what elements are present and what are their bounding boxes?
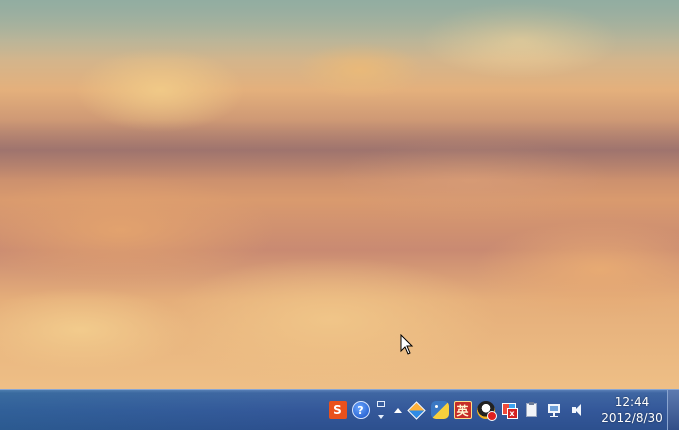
speaker-cone [574,404,581,416]
mouse-cursor-icon [400,334,414,355]
chevron-up-icon [393,407,402,413]
sogou-ime-glyph: S [333,403,342,417]
clipboard-icon[interactable] [523,401,541,419]
sogou-ime-icon[interactable]: S [328,401,347,419]
qq-icon[interactable] [476,401,497,421]
system-tray: S ? 英 x 12:44 2012/8/30 [326,390,665,430]
taskbar: S ? 英 x 12:44 2012/8/30 [0,389,679,430]
help-glyph: ? [357,403,364,417]
python-icon[interactable] [430,401,449,419]
network-base [549,416,558,417]
error-badge: x [506,408,518,419]
network-screen [547,404,560,413]
qq-alert-badge [486,411,497,421]
ime-toggle-icon[interactable] [375,401,387,419]
volume-icon[interactable] [569,401,587,419]
youdao-dict-glyph: 英 [456,403,469,418]
youdao-dict-icon[interactable]: 英 [453,401,472,419]
help-icon[interactable]: ? [351,401,370,419]
desktop-wallpaper [0,0,679,389]
wallpaper-sky [0,0,679,60]
taskbar-clock[interactable]: 12:44 2012/8/30 [599,394,665,426]
ime-dropdown-icon [378,415,384,419]
taskbar-empty-area[interactable] [0,390,300,430]
show-desktop-button[interactable] [667,390,679,430]
clipboard-board [525,402,537,417]
clock-time: 12:44 [614,395,650,409]
flag-alert-icon[interactable]: x [500,401,518,419]
network-icon[interactable] [546,401,564,419]
diamond-app-icon[interactable] [407,400,426,420]
clock-date: 2012/8/30 [601,411,663,425]
wallpaper-shadow [0,120,679,180]
ime-box-icon [377,401,385,407]
show-hidden-icons-arrow[interactable] [393,401,403,419]
